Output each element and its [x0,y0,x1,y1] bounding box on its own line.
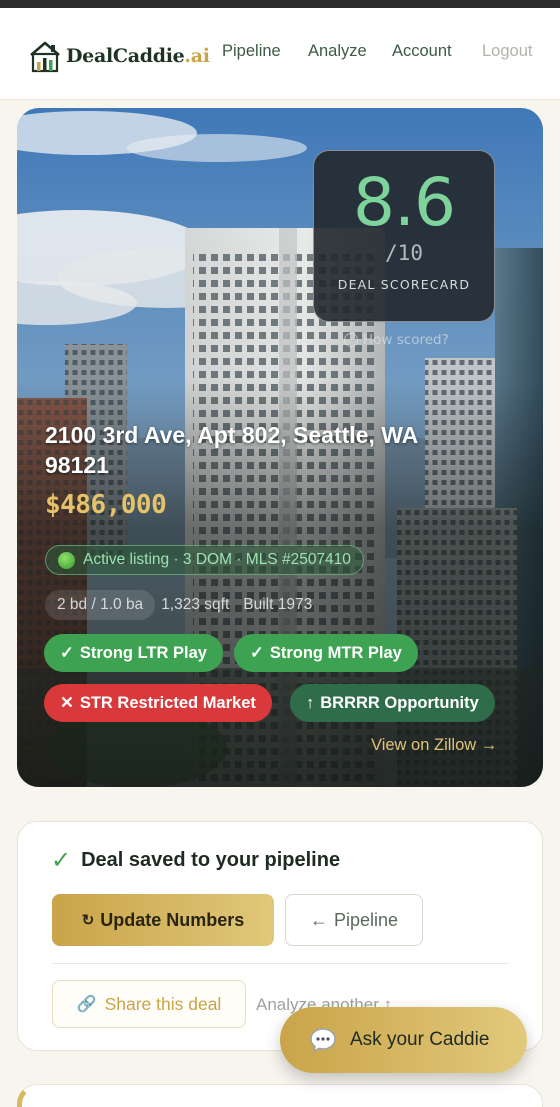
share-deal-button[interactable]: 🔗 Share this deal [52,980,246,1028]
tag-str-restricted: ✕ STR Restricted Market [44,684,272,722]
view-on-zillow-link[interactable]: View on Zillow → [371,736,497,755]
spec-beds-baths: 2 bd / 1.0 ba [45,590,156,620]
score-label: DEAL SCORECARD [337,277,471,292]
divider [52,963,509,964]
spec-sqft: 1,323 sqft [161,596,230,613]
tag-label: STR Restricted Market [79,693,256,712]
update-numbers-label: Update Numbers [100,909,245,930]
brand-logo[interactable]: DealCaddie.ai [27,36,210,76]
update-numbers-button[interactable]: ↻ Update Numbers [52,894,274,946]
chat-bubble-icon [310,1028,336,1053]
tag-brrrr-opportunity: ↑ BRRRR Opportunity [290,684,495,722]
tag-label: BRRRR Opportunity [320,693,479,712]
link-icon: 🔗 [76,996,97,1013]
tag-label: Strong LTR Play [79,643,207,662]
tag-label: Strong MTR Play [269,643,402,662]
nav-link-logout[interactable]: Logout [482,42,532,61]
check-icon: ✓ [250,644,264,662]
top-status-strip [0,0,560,8]
pipeline-button-label: Pipeline [333,909,399,930]
how-scored-link[interactable]: How scored? [344,332,449,348]
refresh-icon: ↻ [81,912,95,929]
check-icon: ✓ [51,847,72,874]
share-deal-label: Share this deal [104,993,222,1014]
next-card-accent [17,1084,47,1107]
x-icon: ✕ [60,694,74,712]
listing-status-badge: Active listing · 3 DOM · MLS #2507410 [45,545,364,575]
next-card-peek [17,1084,543,1107]
listing-status-text: Active listing · 3 DOM · MLS #2507410 [83,551,351,568]
score-value: 8.6 [353,164,456,241]
nav-link-pipeline[interactable]: Pipeline [222,42,281,61]
property-specs: 2 bd / 1.0 ba 1,323 sqft Built 1973 [45,590,326,620]
question-icon [344,333,358,347]
brand-name: DealCaddie.ai [66,45,210,67]
tag-strong-ltr: ✓ Strong LTR Play [44,634,223,672]
nav-link-analyze[interactable]: Analyze [308,42,367,61]
ask-caddie-button[interactable]: Ask your Caddie [280,1007,527,1073]
nav-link-account[interactable]: Account [392,42,452,61]
deal-saved-message: ✓ Deal saved to your pipeline [51,846,340,875]
pipeline-button[interactable]: ← Pipeline [285,894,423,946]
left-arrow-icon: ← [309,909,328,930]
deal-saved-title: Deal saved to your pipeline [81,849,341,871]
property-address: 2100 3rd Ave, Apt 802, Seattle, WA 98121 [45,422,418,478]
how-scored-label: How scored? [363,332,449,348]
score-denominator: /10 [385,241,423,265]
tag-strong-mtr: ✓ Strong MTR Play [234,634,418,672]
house-chart-icon [30,41,60,73]
spec-year-built: Built 1973 [243,596,313,613]
property-hero-card: 8.6 /10 DEAL SCORECARD How scored? 2100 … [17,108,543,787]
green-circle-icon [58,551,75,569]
top-nav: DealCaddie.ai Pipeline Analyze Account L… [0,8,560,100]
ask-caddie-label: Ask your Caddie [350,1029,490,1050]
up-arrow-icon: ↑ [306,693,315,712]
property-price: $486,000 [45,490,167,520]
deal-scorecard[interactable]: 8.6 /10 DEAL SCORECARD [313,150,495,322]
check-icon: ✓ [60,644,74,662]
